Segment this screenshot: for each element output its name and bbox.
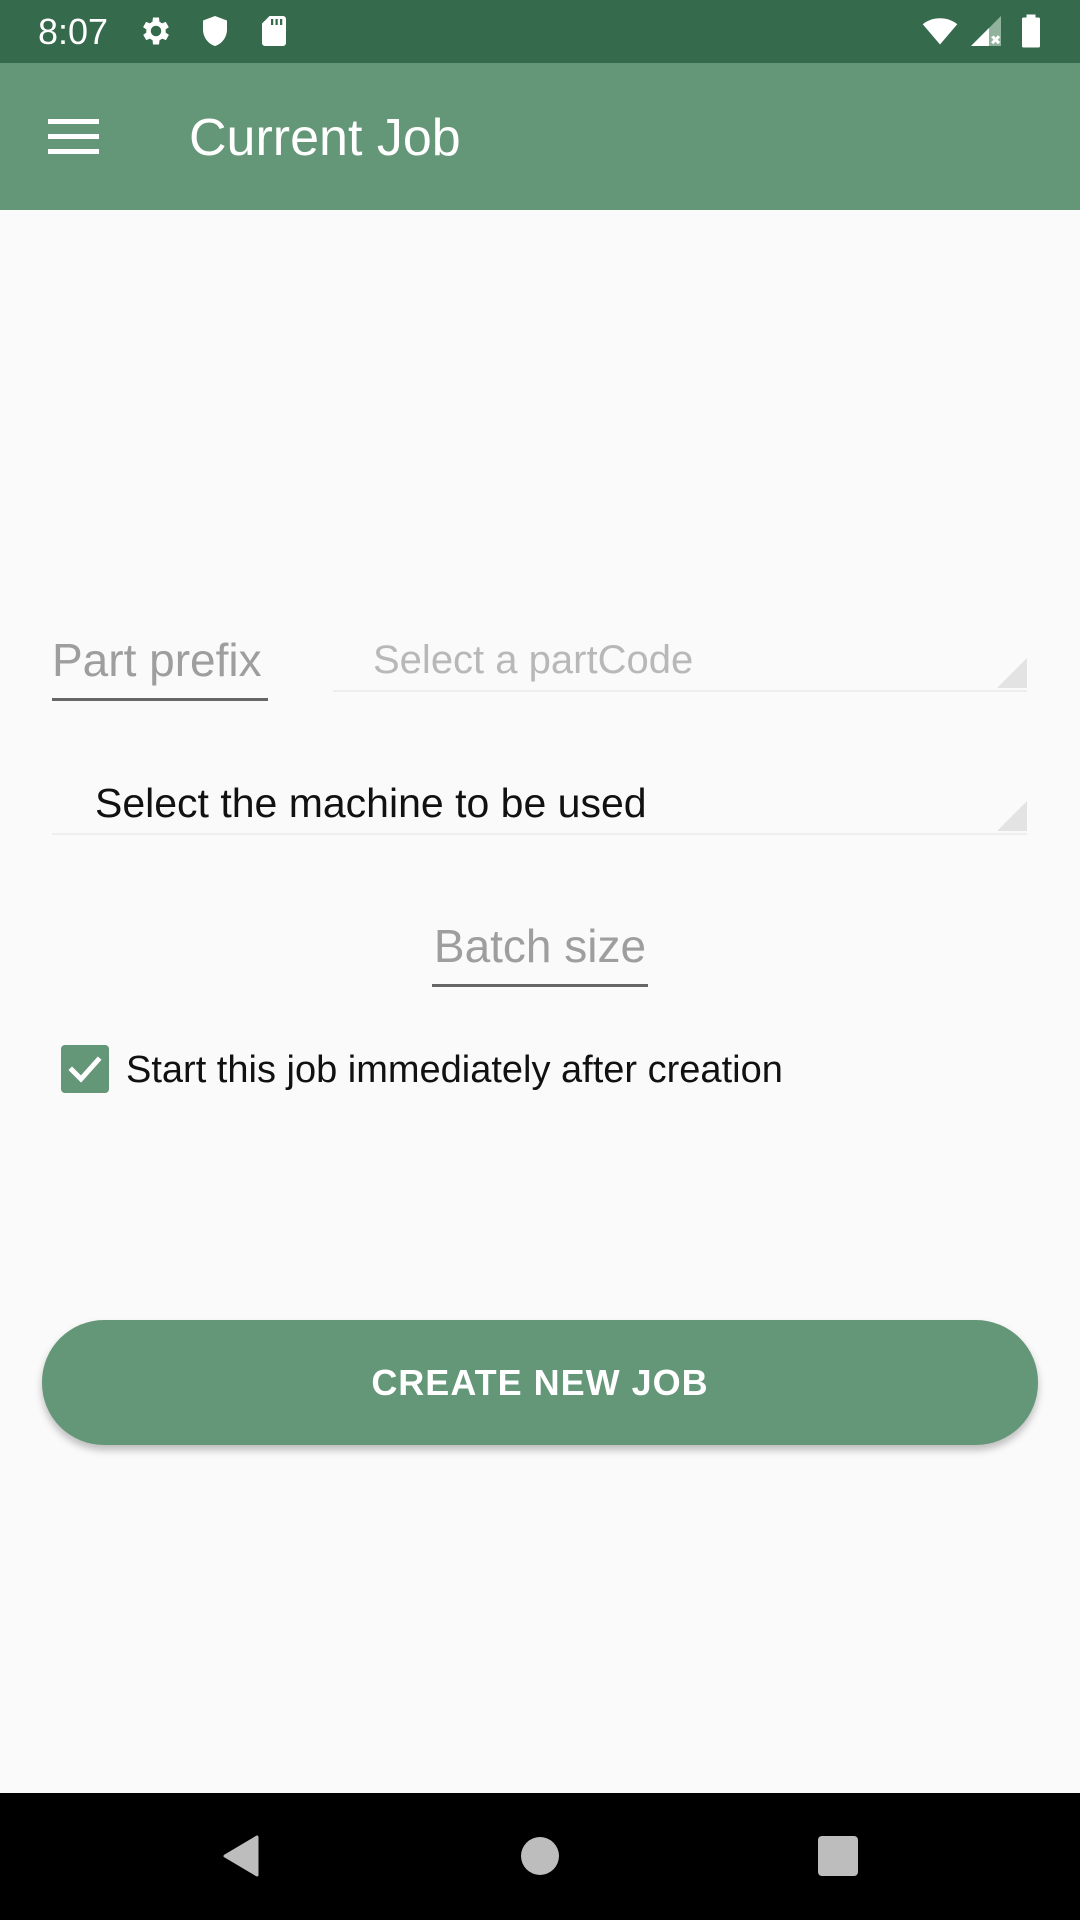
start-immediately-row[interactable]: Start this job immediately after creatio… [58, 1040, 818, 1100]
navigation-bar [0, 1793, 1080, 1920]
start-immediately-checkbox[interactable] [61, 1045, 109, 1093]
shield-icon [197, 13, 233, 49]
part-prefix-input[interactable]: Part prefix [52, 630, 268, 701]
recents-icon[interactable] [803, 1821, 873, 1891]
page-title: Current Job [189, 109, 461, 167]
machine-spinner[interactable]: Select the machine to be used [52, 773, 1027, 835]
wifi-icon [922, 13, 958, 49]
app-bar: Current Job [0, 63, 1080, 210]
status-time: 8:07 [38, 11, 109, 52]
partcode-spinner-label: Select a partCode [373, 638, 694, 682]
cell-signal-icon [968, 13, 1004, 49]
machine-spinner-label: Select the machine to be used [95, 780, 647, 826]
back-icon[interactable] [205, 1821, 275, 1891]
partcode-spinner[interactable]: Select a partCode [333, 630, 1027, 692]
dropdown-arrow-icon [997, 801, 1027, 831]
status-bar: 8:07 [0, 0, 1080, 63]
battery-icon [1013, 13, 1049, 49]
batch-size-input[interactable]: Batch size [432, 916, 648, 987]
dropdown-arrow-icon [997, 658, 1027, 688]
start-immediately-label[interactable]: Start this job immediately after creatio… [126, 1040, 783, 1100]
create-new-job-button[interactable]: CREATE NEW JOB [42, 1320, 1038, 1445]
sd-card-icon [256, 13, 292, 49]
gear-icon [138, 13, 174, 49]
hamburger-menu-icon[interactable] [36, 99, 111, 174]
home-icon[interactable] [505, 1821, 575, 1891]
